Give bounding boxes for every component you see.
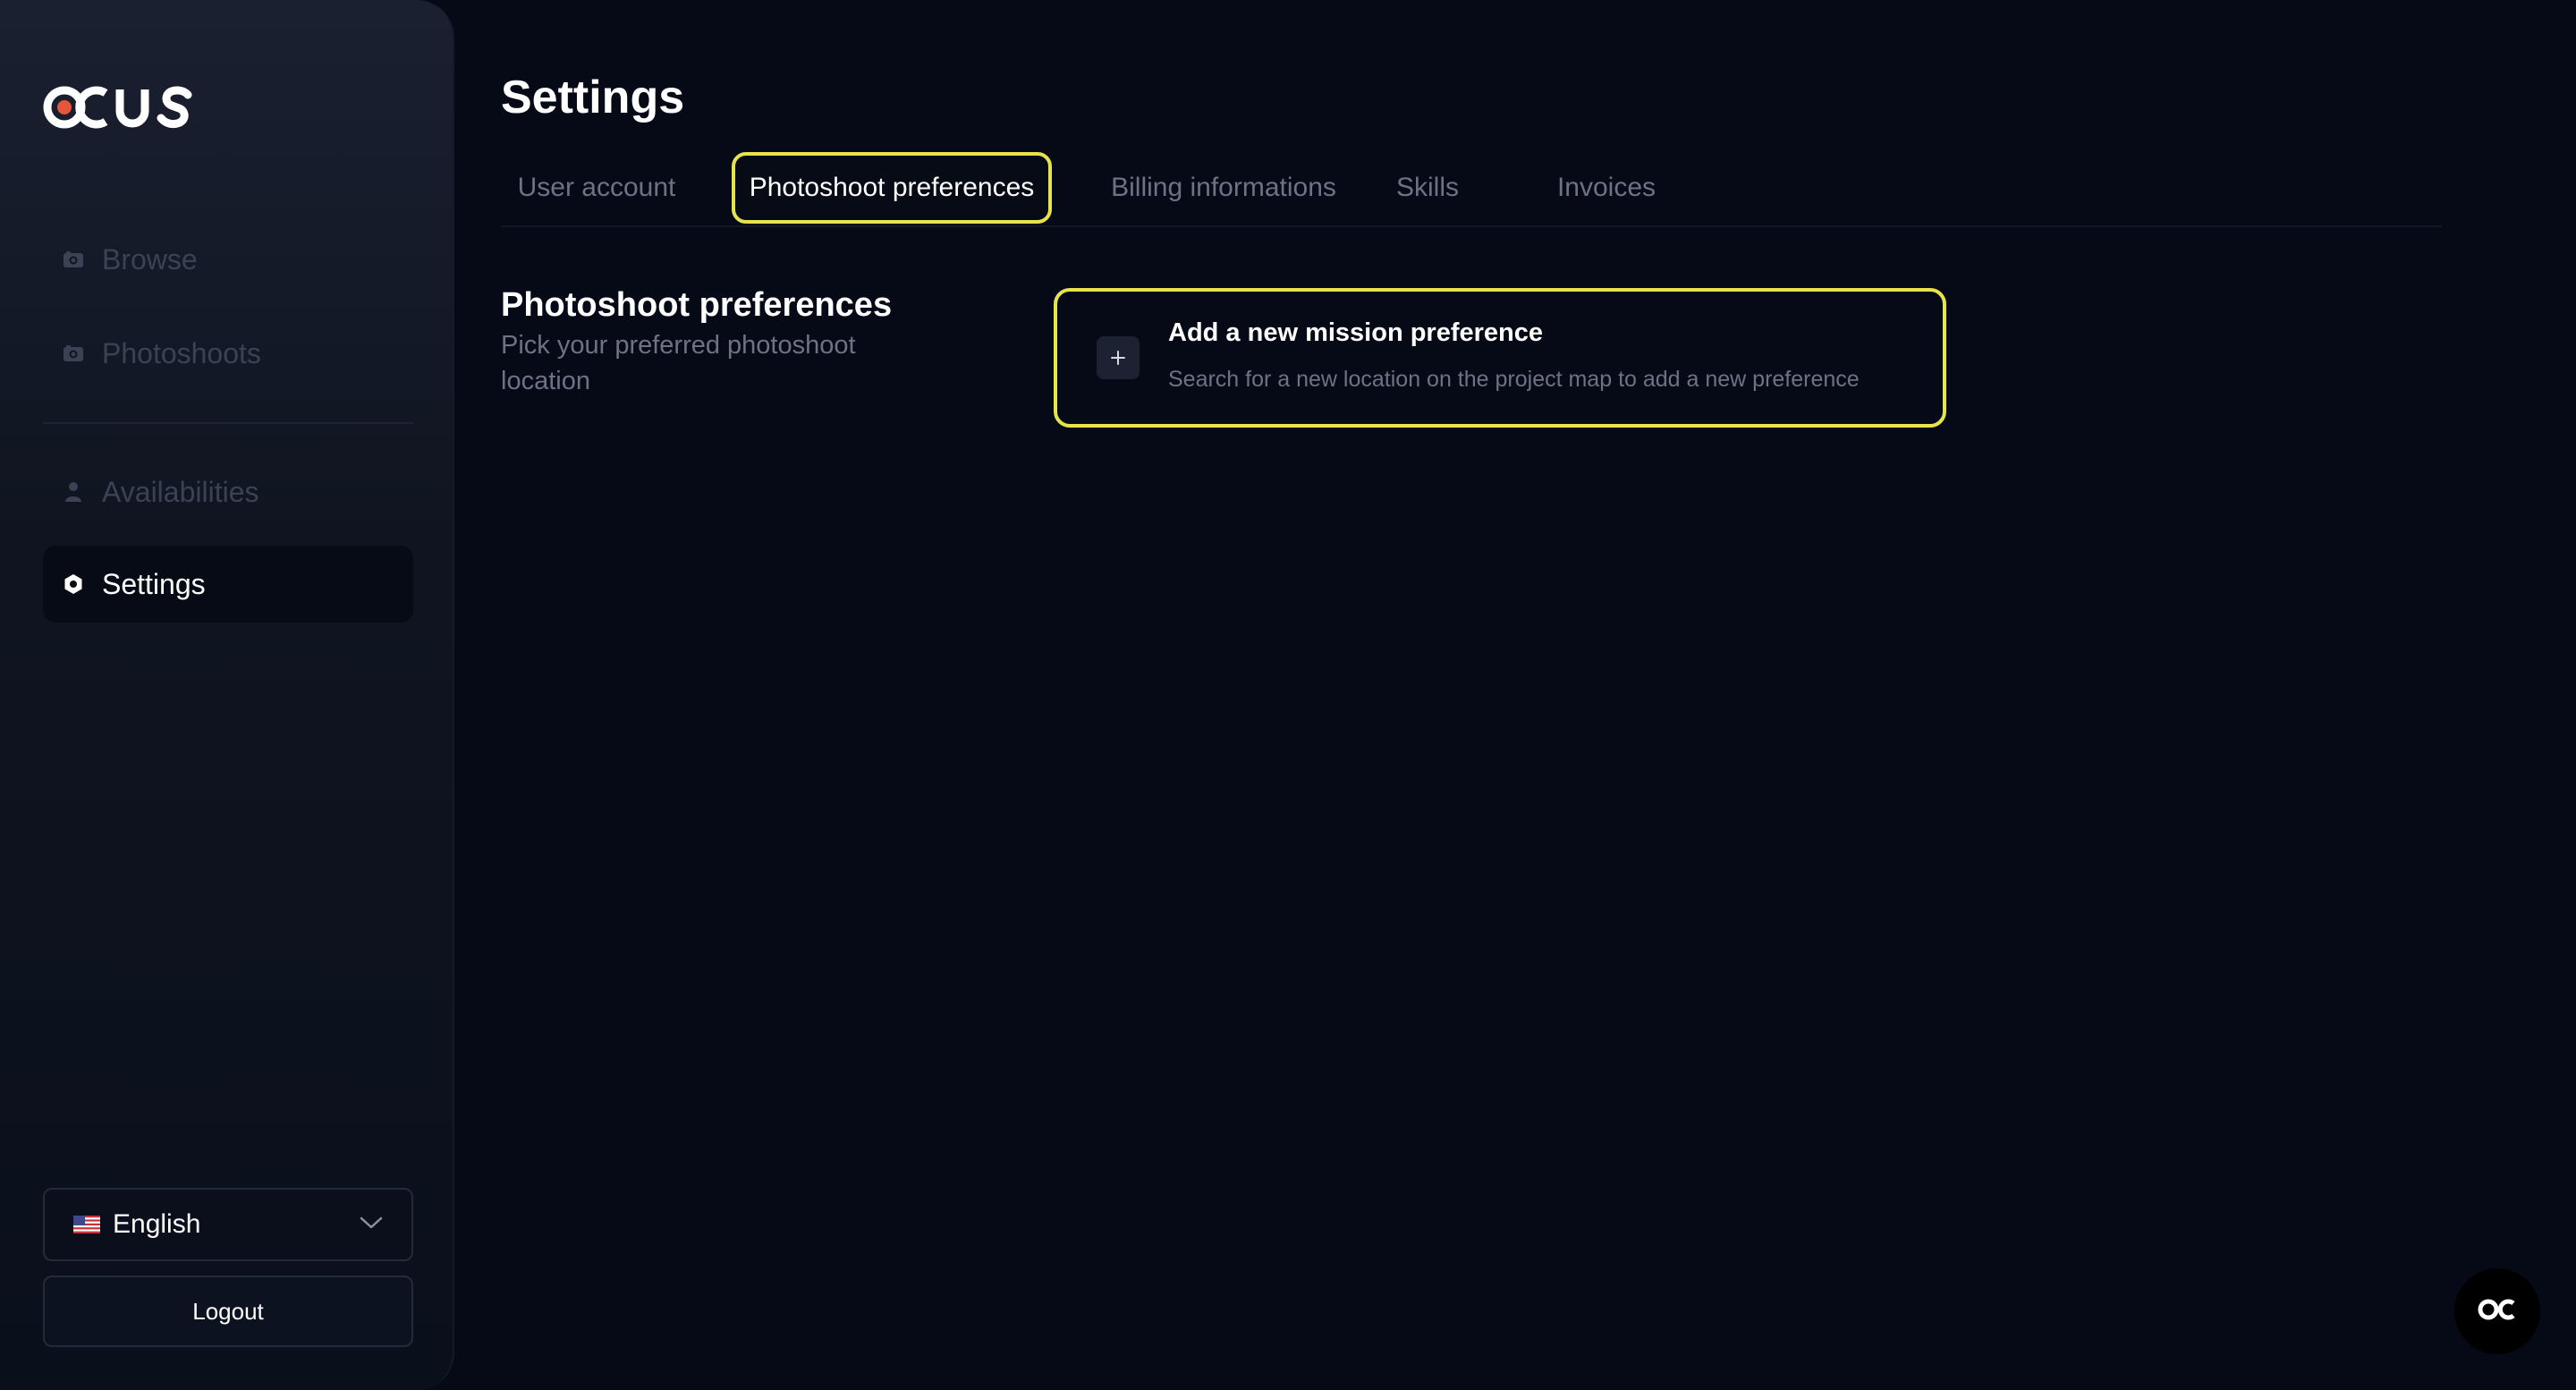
sidebar-divider: [43, 422, 413, 424]
ocus-logo-icon: [43, 86, 192, 129]
sidebar-item-photoshoots[interactable]: Photoshoots: [43, 315, 413, 392]
tab-user-account[interactable]: User account: [501, 152, 692, 224]
add-mission-preference-button[interactable]: Add a new mission preference Search for …: [1054, 288, 1946, 428]
section-description: Pick your preferred photoshoot location: [501, 331, 856, 395]
sidebar-item-label: Settings: [102, 567, 206, 600]
chat-launcher-button[interactable]: [2454, 1268, 2540, 1354]
camera-icon: [63, 343, 84, 364]
settings-tabs: User account Photoshoot preferences Bill…: [501, 152, 2442, 227]
camera-icon: [63, 249, 84, 270]
language-label: English: [113, 1209, 201, 1239]
sidebar-item-label: Availabilities: [102, 475, 259, 508]
sidebar-item-browse[interactable]: Browse: [43, 221, 413, 298]
us-flag-icon: [73, 1216, 100, 1233]
section-title: Photoshoot preferences: [501, 286, 893, 324]
tab-photoshoot-preferences[interactable]: Photoshoot preferences: [732, 152, 1052, 224]
tab-skills[interactable]: Skills: [1386, 152, 1469, 224]
card-title: Add a new mission preference: [1168, 318, 1544, 347]
ocus-logo[interactable]: [43, 81, 197, 134]
logout-button[interactable]: Logout: [43, 1276, 413, 1347]
chevron-down-icon: [360, 1216, 383, 1234]
language-select[interactable]: English: [43, 1188, 413, 1261]
tab-billing-informations[interactable]: Billing informations: [1100, 152, 1347, 224]
sidebar-item-label: Photoshoots: [102, 336, 261, 369]
sidebar: Browse Photoshoots Availabilities Settin…: [0, 0, 454, 1390]
sidebar-item-label: Browse: [102, 242, 198, 275]
plus-icon: [1097, 336, 1140, 379]
sidebar-item-settings[interactable]: Settings: [43, 546, 413, 623]
tab-invoices[interactable]: Invoices: [1544, 152, 1669, 224]
gear-icon: [63, 573, 84, 595]
ocus-chat-icon: [2476, 1297, 2519, 1326]
user-icon: [63, 481, 84, 503]
card-description: Search for a new location on the project…: [1168, 367, 1860, 392]
page-title: Settings: [501, 72, 685, 123]
sidebar-item-availabilities[interactable]: Availabilities: [43, 453, 413, 530]
